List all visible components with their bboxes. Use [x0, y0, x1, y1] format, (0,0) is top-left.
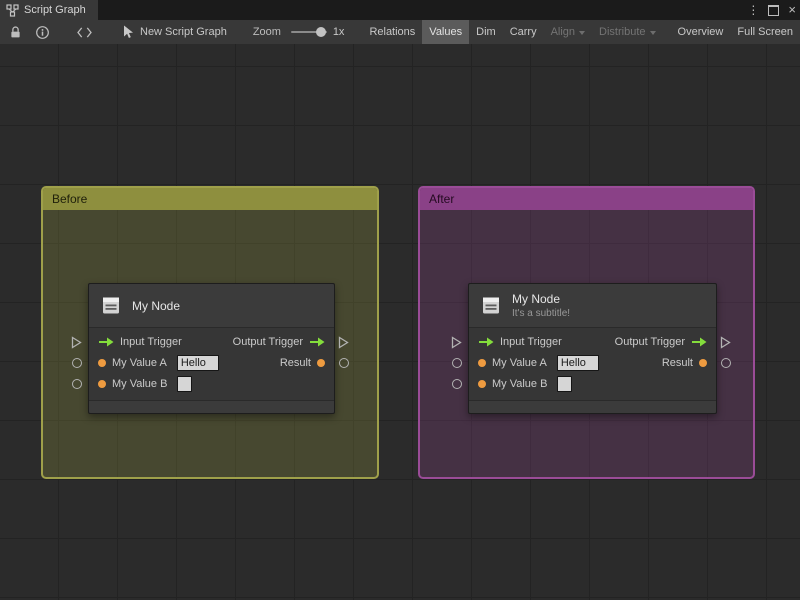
overview-button-label: Overview [677, 26, 724, 38]
code-icon[interactable] [76, 26, 93, 39]
full-screen-button-label: Full Screen [737, 26, 793, 38]
trigger-port-row: Input Trigger Output Trigger [469, 331, 716, 352]
graph-name[interactable]: New Script Graph [140, 26, 227, 38]
value-a-input[interactable] [176, 354, 219, 371]
node-after-header[interactable]: My Node It's a subtitle! [469, 284, 716, 328]
kebab-menu-icon[interactable]: ⋮ [747, 0, 759, 20]
external-result-port[interactable] [339, 358, 349, 368]
result-port-icon[interactable] [699, 358, 707, 367]
output-trigger-port-icon[interactable] [309, 337, 325, 347]
distribute-button-label: Distribute [599, 26, 646, 38]
value-b-port-row: My Value B [469, 373, 716, 394]
value-a-port-row: My Value A Result [469, 352, 716, 373]
full-screen-button[interactable]: Full Screen [730, 20, 800, 44]
input-trigger-label: Input Trigger [500, 335, 562, 348]
close-icon[interactable]: × [788, 0, 796, 20]
values-button-label: Values [429, 26, 463, 38]
unit-icon [479, 294, 503, 318]
node-title: My Node [132, 298, 181, 313]
tab-script-graph[interactable]: Script Graph [0, 0, 98, 20]
external-result-port[interactable] [721, 358, 731, 368]
value-b-port-icon[interactable] [478, 379, 486, 388]
chevron-down-icon [649, 30, 656, 35]
node-before-body: Input Trigger Output Trigger My Value A … [89, 328, 334, 397]
value-b-input[interactable] [177, 375, 193, 392]
node-before[interactable]: My Node Input Trigger Output Trigger My … [88, 283, 335, 414]
group-before-label: Before [52, 192, 88, 206]
info-icon[interactable] [35, 25, 50, 40]
relations-button-label: Relations [369, 26, 416, 38]
node-before-footer [89, 400, 334, 413]
zoom-slider[interactable] [290, 20, 327, 44]
value-a-port-icon[interactable] [478, 358, 486, 367]
distribute-button[interactable]: Distribute [592, 20, 662, 44]
value-b-port-row: My Value B [89, 373, 334, 394]
window-controls: ⋮ × [747, 0, 796, 20]
align-button-label: Align [550, 26, 576, 38]
value-a-port-icon[interactable] [98, 358, 106, 367]
graph-canvas[interactable]: Before After My Node Input Trigger Outpu… [0, 44, 800, 600]
result-label: Result [279, 356, 311, 369]
group-after-header[interactable]: After [420, 188, 753, 210]
result-port-icon[interactable] [317, 358, 325, 367]
dim-button-label: Dim [476, 26, 496, 38]
node-after[interactable]: My Node It's a subtitle! Input Trigger O… [468, 283, 717, 414]
dim-button[interactable]: Dim [469, 20, 503, 44]
output-trigger-label: Output Trigger [614, 335, 685, 348]
result-label: Result [661, 356, 693, 369]
external-trigger-in-port[interactable] [451, 336, 462, 354]
node-after-footer [469, 400, 716, 413]
value-a-label: My Value A [492, 356, 547, 369]
cursor-icon [123, 25, 134, 39]
carry-button[interactable]: Carry [503, 20, 544, 44]
value-b-label: My Value B [112, 377, 168, 390]
overview-button[interactable]: Overview [671, 20, 731, 44]
lock-icon[interactable] [8, 25, 23, 40]
external-value-a-port[interactable] [452, 358, 462, 368]
value-a-input[interactable] [556, 354, 599, 371]
zoom-slider-handle[interactable] [315, 27, 326, 37]
zoom-value: 1x [332, 26, 345, 38]
group-before-header[interactable]: Before [43, 188, 377, 210]
maximize-icon[interactable] [768, 4, 780, 16]
input-trigger-port-icon[interactable] [98, 337, 114, 347]
output-trigger-label: Output Trigger [232, 335, 303, 348]
value-a-label: My Value A [112, 356, 167, 369]
external-trigger-out-port[interactable] [720, 336, 731, 354]
external-trigger-in-port[interactable] [71, 336, 82, 354]
script-graph-icon [6, 3, 19, 17]
unit-icon [99, 294, 123, 318]
relations-button[interactable]: Relations [362, 20, 422, 44]
chevron-down-icon [579, 30, 586, 35]
tab-bar: Script Graph ⋮ × [0, 0, 800, 20]
graph-toolbar: New Script Graph Zoom 1x Relations Value… [0, 20, 800, 45]
value-b-port-icon[interactable] [98, 379, 106, 388]
node-subtitle: It's a subtitle! [512, 308, 571, 319]
node-after-body: Input Trigger Output Trigger My Value A … [469, 328, 716, 397]
align-button[interactable]: Align [544, 20, 592, 44]
node-before-header[interactable]: My Node [89, 284, 334, 328]
carry-button-label: Carry [509, 26, 537, 38]
tab-title: Script Graph [24, 4, 86, 16]
value-b-input[interactable] [557, 375, 573, 392]
value-b-label: My Value B [492, 377, 548, 390]
values-button[interactable]: Values [422, 20, 470, 44]
output-trigger-port-icon[interactable] [691, 337, 707, 347]
group-after-label: After [429, 192, 455, 206]
external-trigger-out-port[interactable] [338, 336, 349, 354]
external-value-b-port[interactable] [452, 379, 462, 389]
external-value-a-port[interactable] [72, 358, 82, 368]
zoom-label: Zoom [252, 26, 281, 38]
input-trigger-port-icon[interactable] [478, 337, 494, 347]
value-a-port-row: My Value A Result [89, 352, 334, 373]
trigger-port-row: Input Trigger Output Trigger [89, 331, 334, 352]
external-value-b-port[interactable] [72, 379, 82, 389]
input-trigger-label: Input Trigger [120, 335, 182, 348]
node-title: My Node [512, 292, 561, 306]
script-graph-window: Script Graph ⋮ × New Script Graph Zoom 1… [0, 0, 800, 600]
